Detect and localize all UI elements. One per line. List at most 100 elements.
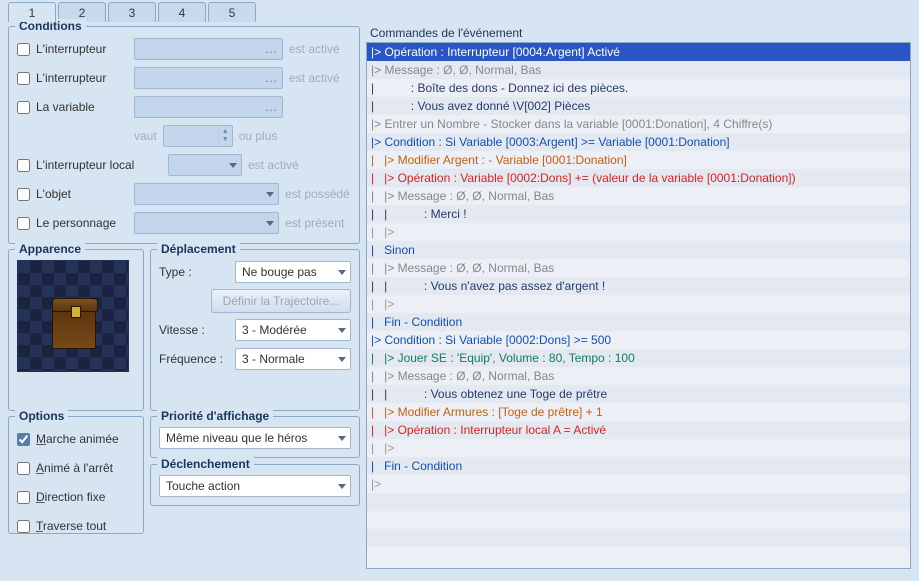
item-label: L'objet [36,187,128,201]
command-line[interactable]: | |> Modifier Argent : - Variable [0001:… [367,151,910,169]
walking-anim-checkbox[interactable] [17,433,30,446]
options-group: Options Marche animée Animé à l'arrêt Di… [8,416,144,534]
dirfix-label: Direction fixe [36,490,105,504]
move-type-select[interactable]: Ne bouge pas [235,261,351,283]
command-line[interactable]: | |> Message : Ø, Ø, Normal, Bas [367,259,910,277]
tab-page-1[interactable]: 1 [8,2,56,22]
command-line[interactable]: | |> Opération : Interrupteur local A = … [367,421,910,439]
localswitch-checkbox[interactable] [17,159,30,172]
switch1-picker[interactable]: ... [134,38,283,60]
variable-ormore: ou plus [239,129,278,143]
dirfix-checkbox[interactable] [17,491,30,504]
actor-checkbox[interactable] [17,217,30,230]
variable-picker[interactable]: ... [134,96,283,118]
command-line[interactable]: | Sinon [367,241,910,259]
stepping-anim-checkbox[interactable] [17,462,30,475]
localswitch-select[interactable] [168,154,242,176]
priority-group: Priorité d'affichage Même niveau que le … [150,416,360,458]
actor-label: Le personnage [36,216,128,230]
appearance-sprite[interactable] [17,260,129,372]
commands-panel: Commandes de l'événement |> Opération : … [366,26,911,569]
switch2-checkbox[interactable] [17,72,30,85]
chevron-down-icon [338,484,346,489]
chevron-down-icon [266,221,274,226]
switch1-label: L'interrupteur [36,42,128,56]
command-line[interactable]: |> Opération : Interrupteur [0004:Argent… [367,43,910,61]
chest-icon [52,309,96,349]
conditions-group: Conditions L'interrupteur ... est activé… [8,26,360,244]
command-line[interactable] [367,493,910,511]
actor-suffix: est présent [285,216,351,230]
item-suffix: est possédé [285,187,351,201]
command-line[interactable]: |> Condition : Si Variable [0002:Dons] >… [367,331,910,349]
command-line[interactable]: | | : Vous n'avez pas assez d'argent ! [367,277,910,295]
command-line[interactable]: | |> Jouer SE : 'Equip', Volume : 80, Te… [367,349,910,367]
switch2-picker[interactable]: ... [134,67,283,89]
priority-title: Priorité d'affichage [157,409,273,423]
command-line[interactable]: | |> [367,295,910,313]
move-freq-select[interactable]: 3 - Normale [235,348,351,370]
actor-select[interactable] [134,212,279,234]
chevron-down-icon [338,328,346,333]
switch1-checkbox[interactable] [17,43,30,56]
variable-label: La variable [36,100,128,114]
command-line[interactable]: | |> [367,223,910,241]
command-line[interactable]: | Fin - Condition [367,313,910,331]
through-checkbox[interactable] [17,520,30,533]
command-line[interactable]: | | : Merci ! [367,205,910,223]
ellipsis-icon: ... [265,71,278,85]
localswitch-suffix: est activé [248,158,299,172]
chevron-down-icon [338,270,346,275]
switch1-suffix: est activé [289,42,351,56]
left-column: Conditions L'interrupteur ... est activé… [8,26,360,569]
command-line[interactable]: | |> Message : Ø, Ø, Normal, Bas [367,367,910,385]
event-editor-window: { "tabs": ["1","2","3","4","5"], "active… [0,0,919,581]
trigger-group: Déclenchement Touche action [150,464,360,506]
move-type-label: Type : [159,265,229,279]
down-icon: ▼ [218,136,232,144]
priority-select[interactable]: Même niveau que le héros [159,427,351,449]
command-line[interactable]: | : Boîte des dons - Donnez ici des pièc… [367,79,910,97]
trigger-select[interactable]: Touche action [159,475,351,497]
command-line[interactable]: |> Condition : Si Variable [0003:Argent]… [367,133,910,151]
stepping-anim-label: Animé à l'arrêt [36,461,113,475]
variable-value-spinner[interactable]: ▲▼ [163,125,233,147]
command-line[interactable]: | |> Opération : Variable [0002:Dons] +=… [367,169,910,187]
commands-title: Commandes de l'événement [370,26,911,40]
command-line[interactable]: |> Entrer un Nombre - Stocker dans la va… [367,115,910,133]
content-area: Conditions L'interrupteur ... est activé… [0,22,919,577]
item-select[interactable] [134,183,279,205]
movement-title: Déplacement [157,242,240,256]
item-checkbox[interactable] [17,188,30,201]
tab-page-4[interactable]: 4 [158,2,206,22]
appearance-group: Apparence [8,249,144,411]
command-line[interactable]: |> Message : Ø, Ø, Normal, Bas [367,61,910,79]
variable-checkbox[interactable] [17,101,30,114]
tab-page-5[interactable]: 5 [208,2,256,22]
command-line[interactable]: | |> Message : Ø, Ø, Normal, Bas [367,187,910,205]
command-line[interactable]: | Fin - Condition [367,457,910,475]
tab-page-3[interactable]: 3 [108,2,156,22]
page-tabs: 1 2 3 4 5 [0,0,919,22]
up-icon: ▲ [218,128,232,136]
chevron-down-icon [229,163,237,168]
switch2-label: L'interrupteur [36,71,128,85]
command-line[interactable] [367,529,910,547]
move-speed-select[interactable]: 3 - Modérée [235,319,351,341]
define-route-button[interactable]: Définir la Trajectoire... [211,289,351,313]
chevron-down-icon [338,436,346,441]
trigger-title: Déclenchement [157,457,254,471]
command-line[interactable]: | | : Vous obtenez une Toge de prêtre [367,385,910,403]
localswitch-label: L'interrupteur local [36,158,162,172]
command-line[interactable]: | |> Modifier Armures : [Toge de prêtre]… [367,403,910,421]
command-line[interactable]: | : Vous avez donné \V[002] Pièces [367,97,910,115]
command-line[interactable] [367,547,910,565]
through-label: Traverse tout [36,519,106,533]
command-line[interactable]: | |> [367,439,910,457]
move-freq-label: Fréquence : [159,352,229,366]
commands-list[interactable]: |> Opération : Interrupteur [0004:Argent… [366,42,911,569]
appearance-title: Apparence [15,242,85,256]
command-line[interactable] [367,511,910,529]
command-line[interactable]: |> [367,475,910,493]
variable-equals: vaut [134,129,157,143]
